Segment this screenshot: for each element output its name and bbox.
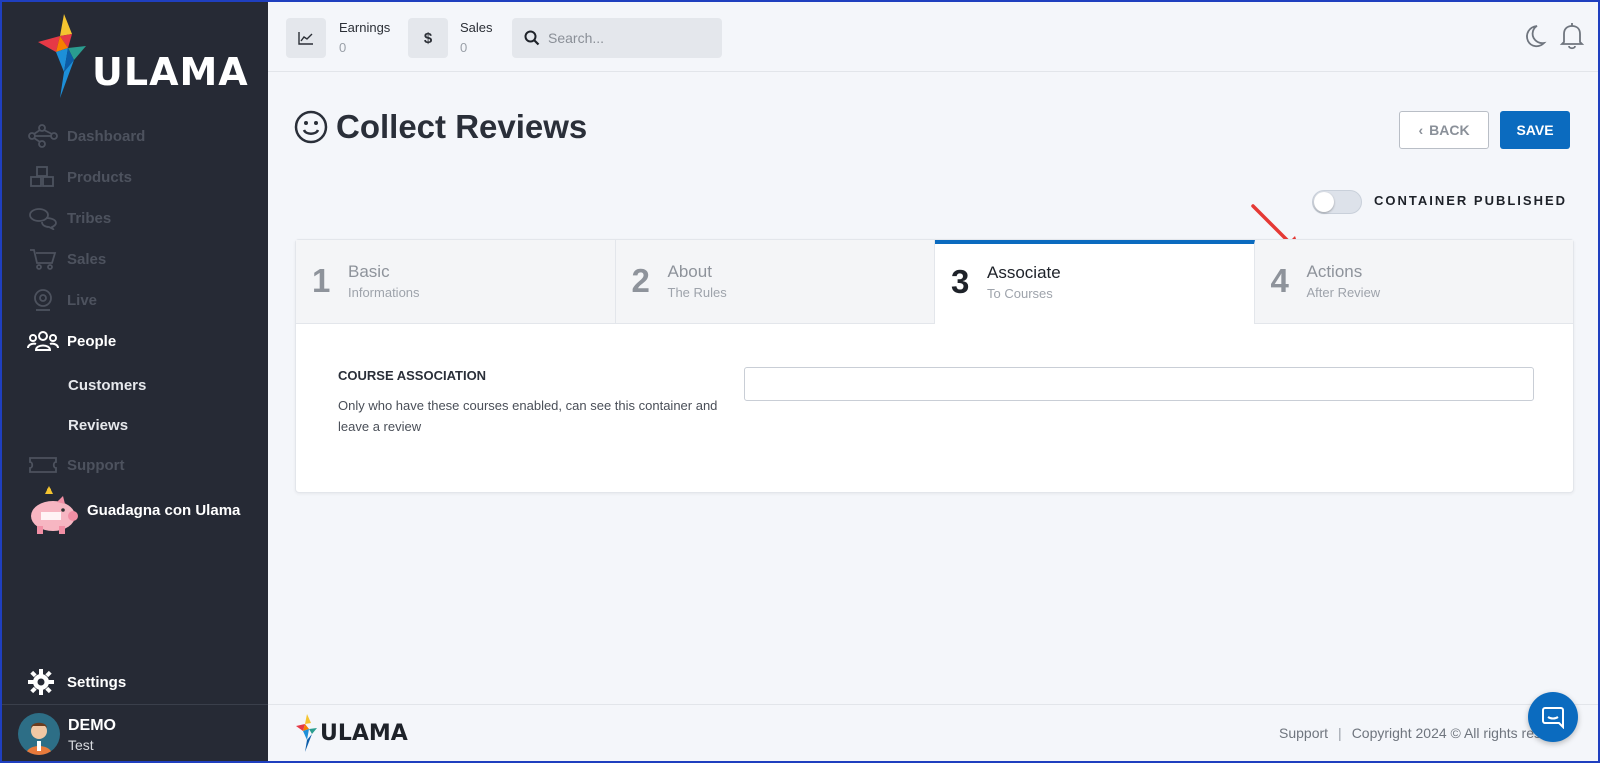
sidebar-item-products[interactable]: Products bbox=[27, 162, 132, 192]
wizard-card: 1 Basic Informations 2 About The Rules 3… bbox=[295, 239, 1574, 493]
earnings-value: 0 bbox=[339, 40, 347, 55]
search-icon bbox=[524, 30, 540, 46]
piggy-bank-icon bbox=[31, 486, 78, 534]
sidebar-item-label: Sales bbox=[67, 250, 107, 268]
sidebar-subitem-reviews[interactable]: Reviews bbox=[68, 417, 128, 434]
people-icon bbox=[27, 329, 59, 353]
page-title: Collect Reviews bbox=[294, 108, 587, 146]
sidebar-item-tribes[interactable]: Tribes bbox=[27, 203, 111, 233]
sales-button[interactable]: $ bbox=[408, 18, 448, 58]
earnings-label: Earnings bbox=[339, 20, 391, 35]
line-chart-icon bbox=[298, 32, 313, 45]
bird-logo-icon bbox=[38, 14, 86, 98]
bell-icon[interactable] bbox=[1559, 22, 1585, 50]
container-published-label: CONTAINER PUBLISHED bbox=[1374, 193, 1568, 208]
step-title: Associate bbox=[987, 263, 1061, 282]
sales-value: 0 bbox=[460, 40, 468, 55]
sidebar-item-dashboard[interactable]: Dashboard bbox=[27, 121, 145, 151]
cart-icon bbox=[27, 247, 59, 271]
promo-guadagna[interactable]: Guadagna con Ulama bbox=[27, 484, 240, 536]
wizard-step-about[interactable]: 2 About The Rules bbox=[615, 240, 935, 324]
container-published-toggle[interactable] bbox=[1312, 190, 1362, 214]
bird-logo-icon bbox=[296, 714, 317, 752]
sales-label: Sales bbox=[460, 20, 493, 35]
footer-copyright: Copyright 2024 © All rights res bbox=[1351, 725, 1541, 741]
sidebar-item-people[interactable]: People bbox=[27, 326, 116, 356]
footer: ULAMA Support | Copyright 2024 © All right… bbox=[268, 704, 1598, 761]
smiley-icon bbox=[294, 110, 328, 144]
sidebar-item-label: Live bbox=[67, 291, 98, 309]
save-button[interactable]: SAVE bbox=[1500, 111, 1570, 149]
step-subtitle: The Rules bbox=[667, 285, 727, 300]
brand-wordmark: ULAMA bbox=[92, 50, 249, 94]
ticket-icon bbox=[27, 453, 59, 477]
step-subtitle: After Review bbox=[1306, 285, 1381, 300]
back-button[interactable]: ‹ BACK bbox=[1399, 111, 1489, 149]
wizard-step-actions[interactable]: 4 Actions After Review bbox=[1254, 240, 1573, 324]
sidebar-item-live[interactable]: Live bbox=[27, 285, 97, 315]
toggle-knob bbox=[1314, 192, 1334, 212]
chat-launcher-button[interactable] bbox=[1528, 692, 1578, 742]
sidebar-subitem-customers[interactable]: Customers bbox=[68, 377, 146, 394]
course-association-input[interactable] bbox=[744, 367, 1534, 401]
avatar bbox=[18, 713, 60, 755]
course-association-label: COURSE ASSOCIATION bbox=[338, 368, 487, 383]
page-title-text: Collect Reviews bbox=[336, 108, 588, 145]
sidebar-item-label: Dashboard bbox=[67, 127, 146, 145]
step-title: Actions bbox=[1306, 262, 1363, 281]
brand-logo[interactable]: ULAMA bbox=[34, 12, 248, 102]
wizard-steps: 1 Basic Informations 2 About The Rules 3… bbox=[296, 240, 1573, 324]
cubes-icon bbox=[27, 165, 59, 189]
sidebar: ULAMA Dashboard Products Tribes Sales Li… bbox=[2, 2, 268, 761]
step-number: 4 bbox=[1270, 262, 1289, 299]
sidebar-item-label: People bbox=[67, 332, 117, 350]
chat-icon bbox=[1542, 707, 1564, 729]
sidebar-item-label: Support bbox=[67, 456, 125, 474]
footer-wordmark: ULAMA bbox=[320, 720, 408, 746]
sidebar-item-support[interactable]: Support bbox=[27, 450, 125, 480]
dollar-icon: $ bbox=[423, 29, 433, 47]
search-input[interactable] bbox=[548, 30, 698, 46]
search-box[interactable] bbox=[512, 18, 722, 58]
sidebar-item-label: Tribes bbox=[67, 209, 112, 227]
network-icon bbox=[27, 124, 59, 148]
wizard-step-associate[interactable]: 3 Associate To Courses bbox=[935, 240, 1255, 324]
chat-bubbles-icon bbox=[27, 206, 59, 230]
settings-label: Settings bbox=[67, 673, 127, 691]
moon-icon[interactable] bbox=[1519, 22, 1547, 50]
promo-label: Guadagna con Ulama bbox=[87, 501, 241, 519]
step-number: 2 bbox=[631, 262, 650, 299]
chevron-left-icon: ‹ bbox=[1418, 122, 1424, 138]
gear-icon bbox=[28, 669, 54, 695]
sidebar-item-label: Products bbox=[67, 168, 133, 186]
step-number: 1 bbox=[312, 262, 331, 299]
footer-logo[interactable]: ULAMA bbox=[294, 713, 408, 753]
webcam-icon bbox=[27, 288, 59, 312]
step-subtitle: To Courses bbox=[987, 286, 1053, 301]
earnings-button[interactable] bbox=[286, 18, 326, 58]
step-subtitle: Informations bbox=[348, 285, 420, 300]
sidebar-item-sales[interactable]: Sales bbox=[27, 244, 106, 274]
footer-support-link[interactable]: Support bbox=[1279, 725, 1328, 741]
user-subtitle: Test bbox=[68, 737, 94, 753]
footer-separator: | bbox=[1338, 725, 1342, 741]
step-title: Basic bbox=[348, 262, 390, 281]
back-button-label: BACK bbox=[1429, 122, 1470, 138]
sidebar-item-settings[interactable]: Settings bbox=[27, 668, 126, 696]
course-association-help: Only who have these courses enabled, can… bbox=[338, 398, 718, 434]
footer-links: Support | Copyright 2024 © All rights res bbox=[1279, 725, 1557, 741]
wizard-step-basic[interactable]: 1 Basic Informations bbox=[296, 240, 616, 324]
user-profile[interactable]: DEMO Test bbox=[2, 704, 268, 761]
user-name: DEMO bbox=[68, 717, 116, 734]
topbar: Earnings 0 $ Sales 0 bbox=[268, 2, 1598, 72]
step-number: 3 bbox=[951, 263, 970, 300]
step-title: About bbox=[667, 262, 712, 281]
